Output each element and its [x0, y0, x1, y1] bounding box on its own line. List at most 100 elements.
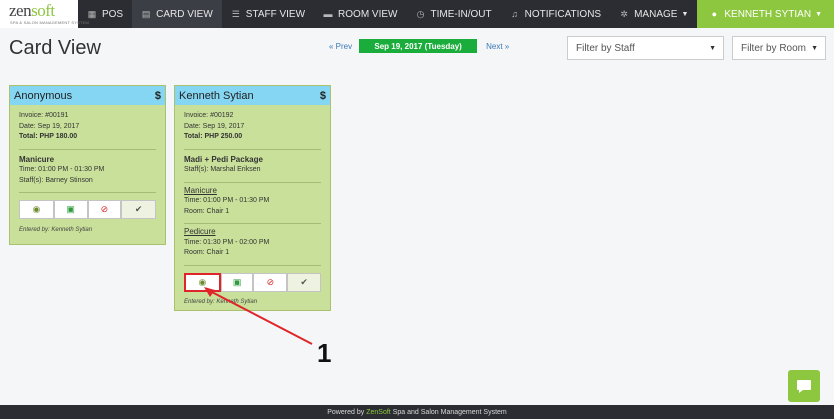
clock-icon: ◷ — [416, 8, 425, 19]
logo-text-soft: soft — [31, 1, 55, 20]
service-section: Manicure Time: 01:00 PM - 01:30 PM Staff… — [10, 150, 165, 193]
invoice-section: Invoice: #00192 Date: Sep 19, 2017 Total… — [175, 105, 330, 150]
package-section: Madi + Pedi Package Staff(s): Marshal Er… — [175, 150, 330, 183]
logo-text-zen: zen — [9, 1, 32, 20]
service-room: Room: Chair 1 — [184, 207, 230, 215]
card-icon: ▤ — [141, 8, 151, 19]
nav-card-view-label: CARD VIEW — [156, 8, 213, 20]
dollar-icon[interactable]: $ — [320, 90, 326, 102]
service-time: Time: 01:30 PM - 02:00 PM — [184, 238, 270, 246]
service-time: Time: 01:00 PM - 01:30 PM — [184, 197, 270, 204]
chevron-down-icon: ▼ — [681, 10, 689, 18]
complete-button[interactable]: ✔ — [121, 200, 156, 219]
service-name: Pedicure — [184, 227, 216, 236]
money-icon: ▣ — [232, 276, 242, 287]
invoice-total: Total: PHP 180.00 — [19, 133, 78, 140]
chevron-down-icon: ▼ — [811, 44, 818, 52]
nav-staff-view-label: STAFF VIEW — [245, 8, 306, 20]
chat-bubble-icon — [797, 379, 811, 393]
nav-manage-label: MANAGE — [634, 8, 678, 20]
nav-notifications-label: NOTIFICATIONS — [524, 8, 602, 20]
view-button[interactable]: ◉ — [184, 272, 221, 292]
annotation-number: 1 — [317, 338, 332, 368]
service-staff: Staff(s): Barney Stinson — [19, 176, 93, 184]
zensoft-logo[interactable]: zensoft SPA & SALON MANAGEMENT SYSTEM — [0, 0, 89, 28]
eye-icon: ◉ — [198, 276, 207, 287]
customer-name: Kenneth Sytian — [179, 89, 254, 102]
nav-pos-label: POS — [101, 8, 124, 20]
service-section: Manicure Time: 01:00 PM - 01:30 PM Room:… — [175, 183, 330, 224]
next-day-link[interactable]: Next » — [486, 42, 509, 51]
eye-icon: ◉ — [32, 204, 41, 214]
ban-icon: ⊘ — [266, 276, 275, 287]
user-menu[interactable]: ● KENNETH SYTIAN ▼ — [697, 0, 834, 28]
user-name: KENNETH SYTIAN — [724, 8, 812, 20]
card-actions: ◉ ▣ ⊘ ✔ — [184, 272, 321, 292]
service-time: Time: 01:00 PM - 01:30 PM — [19, 166, 105, 173]
payment-button[interactable]: ▣ — [53, 200, 88, 219]
chat-button[interactable] — [788, 370, 820, 402]
invoice-section: Invoice: #00191 Date: Sep 19, 2017 Total… — [10, 105, 165, 150]
service-name: Manicure — [19, 154, 55, 164]
money-icon: ▣ — [66, 204, 75, 214]
invoice-date: Date: Sep 19, 2017 — [19, 122, 80, 130]
payment-button[interactable]: ▣ — [220, 272, 254, 292]
dollar-icon[interactable]: $ — [155, 90, 161, 102]
bell-icon: ♫ — [511, 9, 518, 19]
prev-day-link[interactable]: « Prev — [329, 42, 352, 51]
check-icon: ✔ — [300, 276, 308, 287]
cancel-button[interactable]: ⊘ — [253, 272, 288, 292]
customer-name: Anonymous — [14, 89, 73, 102]
package-name: Madi + Pedi Package — [184, 154, 263, 164]
booking-card: Kenneth Sytian $ Invoice: #00192 Date: S… — [174, 85, 331, 311]
chevron-down-icon: ▼ — [815, 10, 822, 18]
room-icon: ▬ — [323, 9, 333, 19]
nav-staff-view[interactable]: ☰ STAFF VIEW — [222, 0, 314, 28]
invoice-total: Total: PHP 250.00 — [184, 133, 243, 140]
gear-icon: ✲ — [620, 8, 628, 19]
entered-by: Entered by: Kenneth Sytian — [184, 298, 258, 305]
footer-prefix: Powered by — [327, 408, 365, 416]
filter-by-room-label: Filter by Room — [741, 42, 807, 54]
invoice-number: Invoice: #00192 — [184, 112, 234, 119]
cancel-button[interactable]: ⊘ — [87, 200, 122, 219]
footer-brand-link[interactable]: ZenSoft — [366, 409, 391, 416]
nav-room-view-label: ROOM VIEW — [338, 8, 398, 20]
invoice-number: Invoice: #00191 — [19, 112, 69, 119]
nav-time-in-out-label: TIME-IN/OUT — [430, 8, 492, 20]
date-navigator: « Prev Sep 19, 2017 (Tuesday) Next » — [329, 39, 509, 53]
package-staff: Staff(s): Marshal Eriksen — [184, 166, 261, 173]
divider — [184, 264, 321, 266]
nav-notifications[interactable]: ♫ NOTIFICATIONS — [501, 0, 610, 28]
view-button[interactable]: ◉ — [19, 200, 54, 219]
invoice-date: Date: Sep 19, 2017 — [184, 122, 245, 130]
card-header: Kenneth Sytian $ — [175, 86, 330, 105]
card-header: Anonymous $ — [10, 86, 165, 105]
main-nav: ▦ POS ▤ CARD VIEW ☰ STAFF VIEW ▬ ROOM VIEW ◷… — [78, 0, 834, 28]
user-icon: ● — [711, 9, 718, 19]
current-date[interactable]: Sep 19, 2017 (Tuesday) — [359, 39, 478, 53]
page-title: Card View — [9, 37, 101, 59]
entered-by: Entered by: Kenneth Sytian — [19, 227, 93, 233]
service-section: Pedicure Time: 01:30 PM - 02:00 PM Room:… — [175, 224, 330, 266]
logo-tagline: SPA & SALON MANAGEMENT SYSTEM — [10, 20, 90, 25]
footer-suffix: Spa and Salon Management System — [392, 408, 507, 416]
service-name: Manicure — [184, 185, 217, 195]
filter-by-staff-select[interactable]: Filter by Staff ▼ — [567, 36, 724, 60]
staff-icon: ☰ — [231, 8, 240, 19]
ban-icon: ⊘ — [100, 204, 109, 214]
nav-manage[interactable]: ✲ MANAGE ▼ — [610, 0, 697, 28]
card-actions: ◉ ▣ ⊘ ✔ — [19, 200, 156, 219]
footer: Powered by ZenSoft Spa and Salon Managem… — [0, 405, 834, 419]
filter-by-staff-label: Filter by Staff — [576, 42, 635, 54]
complete-button[interactable]: ✔ — [287, 272, 321, 292]
nav-time-in-out[interactable]: ◷ TIME-IN/OUT — [407, 0, 501, 28]
nav-card-view[interactable]: ▤ CARD VIEW — [132, 0, 222, 28]
check-icon: ✔ — [134, 204, 143, 214]
top-navbar: zensoft SPA & SALON MANAGEMENT SYSTEM ▦ P… — [0, 0, 834, 28]
chevron-down-icon: ▼ — [709, 44, 716, 52]
dashboard-icon: ▦ — [87, 8, 97, 19]
nav-room-view[interactable]: ▬ ROOM VIEW — [314, 0, 406, 28]
filter-by-room-select[interactable]: Filter by Room ▼ — [732, 36, 826, 60]
service-room: Room: Chair 1 — [184, 249, 230, 256]
